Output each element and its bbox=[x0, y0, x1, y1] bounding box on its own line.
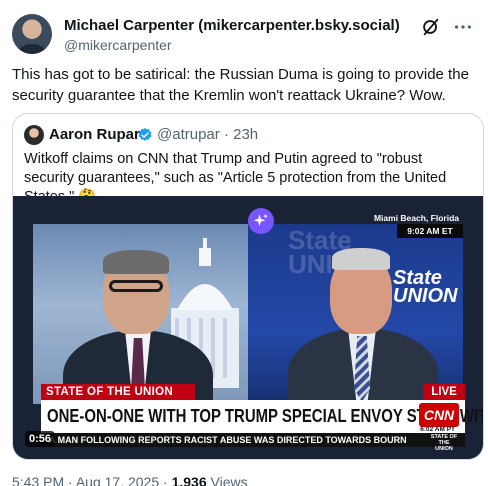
anchor-glasses bbox=[109, 280, 163, 292]
live-label: LIVE bbox=[423, 384, 465, 400]
tweet-time[interactable]: 5:43 PM bbox=[12, 474, 64, 486]
views-label: Views bbox=[210, 474, 248, 486]
sparkle-button[interactable] bbox=[248, 208, 274, 234]
anchor-hair bbox=[103, 250, 169, 274]
tweet-header: Michael Carpenter (mikercarpenter.bsky.s… bbox=[12, 12, 476, 56]
footer-separator: · bbox=[163, 474, 168, 486]
author-avatar[interactable] bbox=[12, 14, 52, 54]
ticker-text: A MAN FOLLOWING REPORTS RACIST ABUSE WAS… bbox=[49, 435, 407, 445]
video-duration: 0:56 bbox=[25, 431, 56, 447]
show-label: STATE OF THE UNION bbox=[41, 384, 195, 400]
quoted-tweet[interactable]: Aaron Rupar @atrupar · 23h Witkoff claim… bbox=[12, 113, 484, 460]
video-location: Miami Beach, Florida bbox=[373, 213, 459, 223]
guest-hair bbox=[332, 248, 390, 270]
chyron: ONE-ON-ONE WITH TOP TRUMP SPECIAL ENVOY … bbox=[41, 400, 483, 433]
tweet-date[interactable]: Aug 17, 2025 bbox=[76, 474, 159, 486]
sparkle-icon bbox=[253, 213, 269, 227]
chyron-time: 6:02 AM PT bbox=[420, 426, 455, 433]
more-icon[interactable] bbox=[452, 16, 474, 38]
verified-badge-icon bbox=[138, 128, 152, 141]
quote-separator: · bbox=[223, 126, 229, 143]
tweet-text: This has got to be satirical: the Russia… bbox=[12, 66, 469, 104]
cnn-logo: CNN bbox=[419, 403, 459, 427]
footer-separator: · bbox=[68, 474, 73, 486]
backdrop-logo-line-2: UNION bbox=[393, 285, 458, 307]
quote-author-handle: @atrupar bbox=[157, 126, 220, 143]
quote-age: 23h bbox=[233, 126, 259, 143]
news-ticker: A MAN FOLLOWING REPORTS RACIST ABUSE WAS… bbox=[41, 433, 465, 452]
ticker-logo: STATE OF THE UNION bbox=[430, 434, 458, 452]
chyron-headline: ONE-ON-ONE WITH TOP TRUMP SPECIAL ENVOY … bbox=[47, 406, 483, 426]
author-handle[interactable]: @mikercarpenter bbox=[64, 37, 172, 53]
video-clock: 9:02 AM ET bbox=[397, 224, 463, 238]
quote-meta: @atrupar · 23h bbox=[157, 126, 258, 143]
views-count[interactable]: 1,936 bbox=[172, 474, 207, 486]
quote-author-avatar bbox=[24, 125, 44, 145]
video-player[interactable]: State UNION State UNION Miami Beach, Flo… bbox=[13, 196, 483, 459]
tweet-footer: 5:43 PM · Aug 17, 2025 · 1,936 Views bbox=[12, 474, 248, 486]
right-video-panel: State UNION State UNION bbox=[248, 224, 463, 404]
author-name[interactable]: Michael Carpenter (mikercarpenter.bsky.s… bbox=[64, 17, 400, 34]
quote-author-name: Aaron Rupar bbox=[49, 126, 140, 143]
backdrop-logo: State UNION bbox=[393, 268, 458, 307]
left-video-panel bbox=[33, 224, 248, 404]
grok-icon[interactable] bbox=[420, 16, 442, 38]
